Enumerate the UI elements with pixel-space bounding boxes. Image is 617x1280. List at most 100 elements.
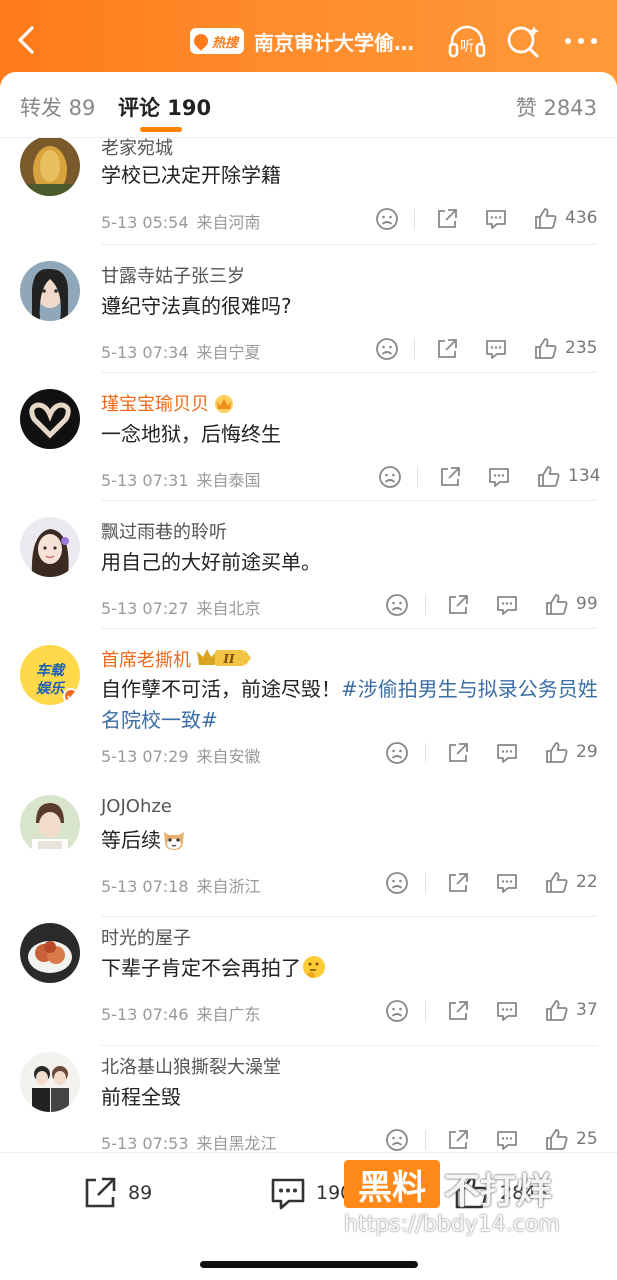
share-icon	[449, 1130, 468, 1149]
more-dots-icon	[565, 38, 597, 44]
hot-search-title[interactable]: 热搜 南京审计大学偷…	[190, 24, 414, 58]
username[interactable]: 甘露寺姑子张三岁	[101, 262, 245, 288]
tab-like[interactable]: 赞 2843	[516, 92, 597, 122]
comment-item: 老家宛城 学校已决定开除学籍 5-13 05:54 来自河南 436	[0, 138, 617, 244]
search-button[interactable]	[502, 20, 544, 62]
home-indicator[interactable]	[200, 1261, 418, 1268]
dislike-button[interactable]	[384, 592, 410, 618]
comment-list[interactable]: 老家宛城 学校已决定开除学籍 5-13 05:54 来自河南 436 甘露寺姑子张…	[0, 138, 617, 1152]
reply-button[interactable]	[494, 870, 520, 896]
repost-count: 89	[128, 1182, 153, 1204]
tab-bar: 转发 89 评论 190 赞 2843	[0, 72, 617, 138]
avatar[interactable]	[20, 1052, 80, 1112]
username[interactable]: 时光的屋子	[101, 924, 191, 950]
comment-location: 来自北京	[196, 599, 261, 618]
reply-button[interactable]	[486, 464, 512, 490]
dislike-button[interactable]	[374, 336, 400, 362]
divider	[425, 595, 426, 615]
share-button[interactable]	[445, 998, 471, 1024]
avatar[interactable]	[20, 795, 80, 855]
dislike-button[interactable]	[384, 740, 410, 766]
comment-item: 瑾宝宝瑜贝贝 一念地狱，后悔终生 5-13 07:31 来自泰国 134	[0, 373, 617, 500]
reply-button[interactable]	[494, 592, 520, 618]
like-count: 134	[568, 466, 601, 486]
comment-button[interactable]: 190	[268, 1173, 352, 1213]
back-arrow-icon	[18, 26, 34, 54]
username[interactable]: 首席老撕机 II	[101, 646, 253, 674]
username-text: 瑾宝宝瑜贝贝	[101, 394, 209, 415]
share-icon	[449, 595, 468, 614]
reply-button[interactable]	[494, 1127, 520, 1152]
search-icon	[507, 26, 539, 58]
share-button[interactable]	[445, 870, 471, 896]
comment-bubble-icon	[486, 340, 506, 359]
divider	[417, 467, 418, 487]
comment-item: 北洛基山狼撕裂大澡堂 前程全毁 5-13 07:53 来自黑龙江 25	[0, 1046, 617, 1152]
comment-text: 学校已决定开除学籍	[101, 163, 281, 187]
share-icon	[449, 873, 468, 892]
comment-item: 时光的屋子 下辈子肯定不会再拍了 5-13 07:46 来自广东 37	[0, 917, 617, 1045]
listen-button[interactable]: 听	[446, 20, 488, 62]
avatar[interactable]	[20, 261, 80, 321]
divider	[425, 1130, 426, 1150]
share-button[interactable]	[437, 464, 463, 490]
thumbs-up-icon	[538, 466, 560, 487]
divider	[425, 743, 426, 763]
more-button[interactable]	[560, 20, 602, 62]
dislike-button[interactable]	[374, 206, 400, 232]
comment-item: JOJOhze 等后续 5-13 07:18 来自浙江 22	[0, 789, 617, 916]
back-button[interactable]	[12, 22, 44, 58]
like-button[interactable]	[533, 336, 559, 362]
username[interactable]: JOJOhze	[101, 796, 172, 817]
dislike-button[interactable]	[384, 870, 410, 896]
reply-button[interactable]	[483, 206, 509, 232]
share-button[interactable]	[434, 206, 460, 232]
like-count: 436	[565, 208, 598, 228]
like-count: 99	[576, 594, 598, 614]
comment-bubble-icon	[271, 1178, 305, 1210]
comment-bubble-icon	[489, 468, 509, 487]
tab-repost[interactable]: 转发 89	[20, 92, 95, 122]
dislike-button[interactable]	[377, 464, 403, 490]
avatar[interactable]	[20, 923, 80, 983]
dislike-button[interactable]	[384, 998, 410, 1024]
like-count: 235	[565, 338, 598, 358]
tab-comment[interactable]: 评论 190	[118, 92, 211, 122]
like-button[interactable]	[544, 870, 570, 896]
avatar[interactable]	[20, 517, 80, 577]
reply-button[interactable]	[494, 740, 520, 766]
comment-meta: 5-13 07:53 来自黑龙江	[101, 1130, 277, 1152]
thumbs-up-icon	[535, 208, 557, 229]
share-button[interactable]	[445, 592, 471, 618]
avatar[interactable]	[20, 138, 80, 196]
like-button[interactable]	[544, 740, 570, 766]
like-button[interactable]	[544, 998, 570, 1024]
thumbs-up-icon	[546, 1129, 568, 1150]
username[interactable]: 北洛基山狼撕裂大澡堂	[101, 1053, 281, 1079]
username[interactable]: 老家宛城	[101, 138, 173, 160]
comment-time: 5-13 07:46	[101, 1005, 189, 1024]
username[interactable]: 瑾宝宝瑜贝贝	[101, 390, 235, 418]
share-button[interactable]	[434, 336, 460, 362]
username[interactable]: 飘过雨巷的聆听	[101, 518, 227, 544]
dislike-button[interactable]	[384, 1127, 410, 1152]
avatar[interactable]	[20, 389, 80, 449]
avatar[interactable]: 车载 娱乐	[20, 645, 80, 705]
comment-location: 来自黑龙江	[196, 1134, 277, 1152]
share-icon	[438, 209, 457, 228]
frown-face-icon	[386, 1000, 408, 1022]
reply-button[interactable]	[483, 336, 509, 362]
repost-button[interactable]: 89	[80, 1173, 152, 1213]
comment-time: 5-13 07:34	[101, 343, 189, 362]
hot-badge-label: 热搜	[212, 35, 239, 51]
like-button[interactable]	[536, 464, 562, 490]
share-button[interactable]	[445, 1127, 471, 1152]
like-button[interactable]	[544, 1127, 570, 1152]
reply-button[interactable]	[494, 998, 520, 1024]
comment-item: 车载 娱乐 首席老撕机 II 自作孽不可活，前途尽毁！#涉偷拍男生与拟录公务员姓名院…	[0, 629, 617, 789]
share-button[interactable]	[445, 740, 471, 766]
username-text: 首席老撕机	[101, 650, 191, 671]
like-button[interactable]	[533, 206, 559, 232]
frown-face-icon	[376, 208, 398, 230]
like-button[interactable]	[544, 592, 570, 618]
